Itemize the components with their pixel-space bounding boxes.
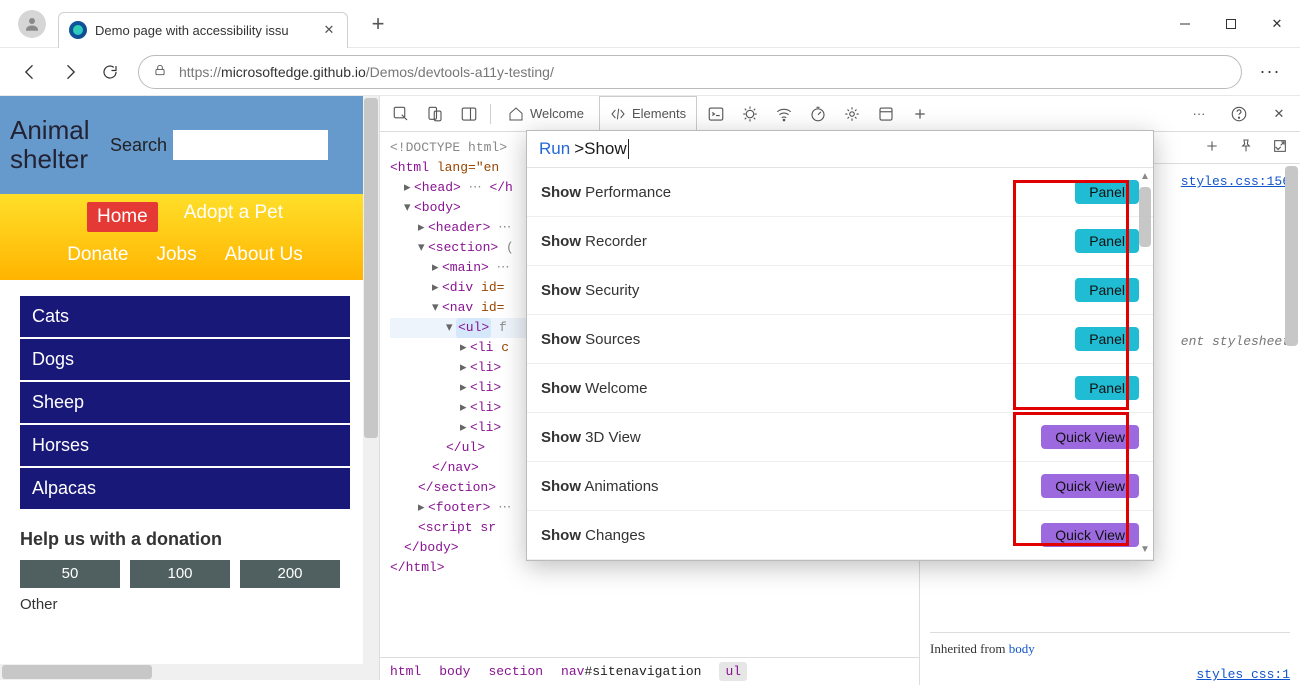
palette-scrollbar[interactable] (1139, 187, 1151, 247)
minimize-button[interactable] (1162, 0, 1208, 48)
donate-button[interactable]: 200 (240, 560, 340, 588)
reload-button[interactable] (90, 52, 130, 92)
palette-item[interactable]: Show PerformancePanel (527, 168, 1153, 217)
palette-item[interactable]: Show SourcesPanel (527, 315, 1153, 364)
palette-item[interactable]: Show 3D ViewQuick View (527, 413, 1153, 462)
donate-button[interactable]: 50 (20, 560, 120, 588)
menu-item[interactable]: Sheep (20, 382, 350, 423)
nav-about[interactable]: About Us (225, 244, 303, 266)
network-icon[interactable] (769, 99, 799, 129)
home-icon (508, 106, 524, 122)
donate-heading: Help us with a donation (20, 529, 370, 550)
donate-button[interactable]: 100 (130, 560, 230, 588)
add-rule-icon[interactable] (1204, 138, 1220, 158)
command-palette: Run > Show Show PerformancePanelShow Rec… (526, 130, 1154, 561)
quickview-badge: Quick View (1041, 523, 1139, 547)
palette-item[interactable]: Show AnimationsQuick View (527, 462, 1153, 511)
palette-input-row[interactable]: Run > Show (527, 131, 1153, 168)
scroll-down-icon[interactable]: ▼ (1139, 544, 1151, 556)
tab-title: Demo page with accessibility issu (95, 23, 315, 38)
performance-icon[interactable] (803, 99, 833, 129)
side-menu: Cats Dogs Sheep Horses Alpacas (0, 280, 370, 509)
titlebar: Demo page with accessibility issu ✕ + ✕ (0, 0, 1300, 48)
debug-icon[interactable] (735, 99, 765, 129)
inherited-from: Inherited from body (930, 632, 1290, 659)
lock-icon (153, 63, 167, 80)
palette-item[interactable]: Show RecorderPanel (527, 217, 1153, 266)
nav-home[interactable]: Home (87, 202, 158, 232)
tab-elements[interactable]: Elements (599, 96, 697, 131)
primary-nav: Home Adopt a Pet Donate Jobs About Us (0, 194, 370, 280)
palette-item[interactable]: Show SecurityPanel (527, 266, 1153, 315)
panel-badge: Panel (1075, 376, 1139, 400)
styles-scrollbar[interactable] (1285, 166, 1298, 346)
edge-favicon-icon (69, 21, 87, 39)
quickview-badge: Quick View (1041, 425, 1139, 449)
menu-item[interactable]: Alpacas (20, 468, 350, 509)
site-title: Animalshelter (10, 116, 120, 173)
search-input[interactable] (173, 130, 328, 160)
memory-icon[interactable] (837, 99, 867, 129)
scroll-up-icon[interactable]: ▲ (1139, 171, 1151, 183)
add-tab-button[interactable] (905, 99, 935, 129)
tab-welcome[interactable]: Welcome (497, 96, 595, 131)
help-icon[interactable] (1224, 99, 1254, 129)
nav-adopt[interactable]: Adopt a Pet (184, 202, 283, 232)
forward-button[interactable] (50, 52, 90, 92)
devtools-menu-button[interactable]: ··· (1184, 99, 1214, 129)
stylesheet-link[interactable]: styles.css:156 (1181, 172, 1290, 192)
page-panel: Animalshelter Search Home Adopt a Pet Do… (0, 96, 379, 680)
hero: Animalshelter Search (0, 96, 370, 194)
back-button[interactable] (10, 52, 50, 92)
palette-query: Show (584, 139, 627, 159)
browser-toolbar: https://microsoftedge.github.io/Demos/de… (0, 48, 1300, 96)
donate-row: 50 100 200 (20, 560, 370, 588)
browser-menu-button[interactable]: ··· (1250, 61, 1290, 82)
maximize-button[interactable] (1208, 0, 1254, 48)
other-label: Other (20, 596, 370, 613)
person-icon (23, 15, 41, 33)
palette-run-label: Run (539, 139, 570, 159)
panel-badge: Panel (1075, 180, 1139, 204)
application-icon[interactable] (871, 99, 901, 129)
window-controls: ✕ (1162, 0, 1300, 48)
palette-item[interactable]: Show WelcomePanel (527, 364, 1153, 413)
device-icon[interactable] (420, 99, 450, 129)
palette-list: Show PerformancePanelShow RecorderPanelS… (527, 168, 1153, 560)
console-icon[interactable] (701, 99, 731, 129)
menu-item[interactable]: Dogs (20, 339, 350, 380)
page-scrollbar-vertical[interactable] (363, 96, 379, 680)
panel-badge: Panel (1075, 327, 1139, 351)
chevron-down-icon[interactable]: ⌄ (1272, 138, 1284, 155)
panel-badge: Panel (1075, 229, 1139, 253)
address-bar[interactable]: https://microsoftedge.github.io/Demos/de… (138, 55, 1242, 89)
inspect-icon[interactable] (386, 99, 416, 129)
pin-icon[interactable] (1238, 138, 1254, 158)
devtools-tabbar: Welcome Elements ··· ✕ (380, 96, 1300, 132)
dom-breadcrumb[interactable]: html body section #sitenavigation ul (380, 657, 919, 685)
code-icon (610, 106, 626, 122)
close-window-button[interactable]: ✕ (1254, 0, 1300, 48)
menu-item[interactable]: Cats (20, 296, 350, 337)
page-scrollbar-horizontal[interactable] (0, 664, 370, 680)
text-caret (628, 139, 629, 159)
tab-close-button[interactable]: ✕ (321, 22, 337, 38)
panel-layout-icon[interactable] (454, 99, 484, 129)
profile-avatar[interactable] (18, 10, 46, 38)
menu-item[interactable]: Horses (20, 425, 350, 466)
devtools-close-button[interactable]: ✕ (1264, 99, 1294, 129)
palette-prefix: > (574, 139, 584, 159)
stylesheet-link[interactable]: styles css:1 (1196, 665, 1290, 685)
quickview-badge: Quick View (1041, 474, 1139, 498)
nav-jobs[interactable]: Jobs (156, 244, 196, 266)
new-tab-button[interactable]: + (360, 11, 396, 37)
browser-tab[interactable]: Demo page with accessibility issu ✕ (58, 12, 348, 48)
search-label: Search (110, 135, 167, 156)
panel-badge: Panel (1075, 278, 1139, 302)
url-text: https://microsoftedge.github.io/Demos/de… (179, 64, 554, 80)
palette-item[interactable]: Show ChangesQuick View (527, 511, 1153, 560)
nav-donate[interactable]: Donate (67, 244, 128, 266)
